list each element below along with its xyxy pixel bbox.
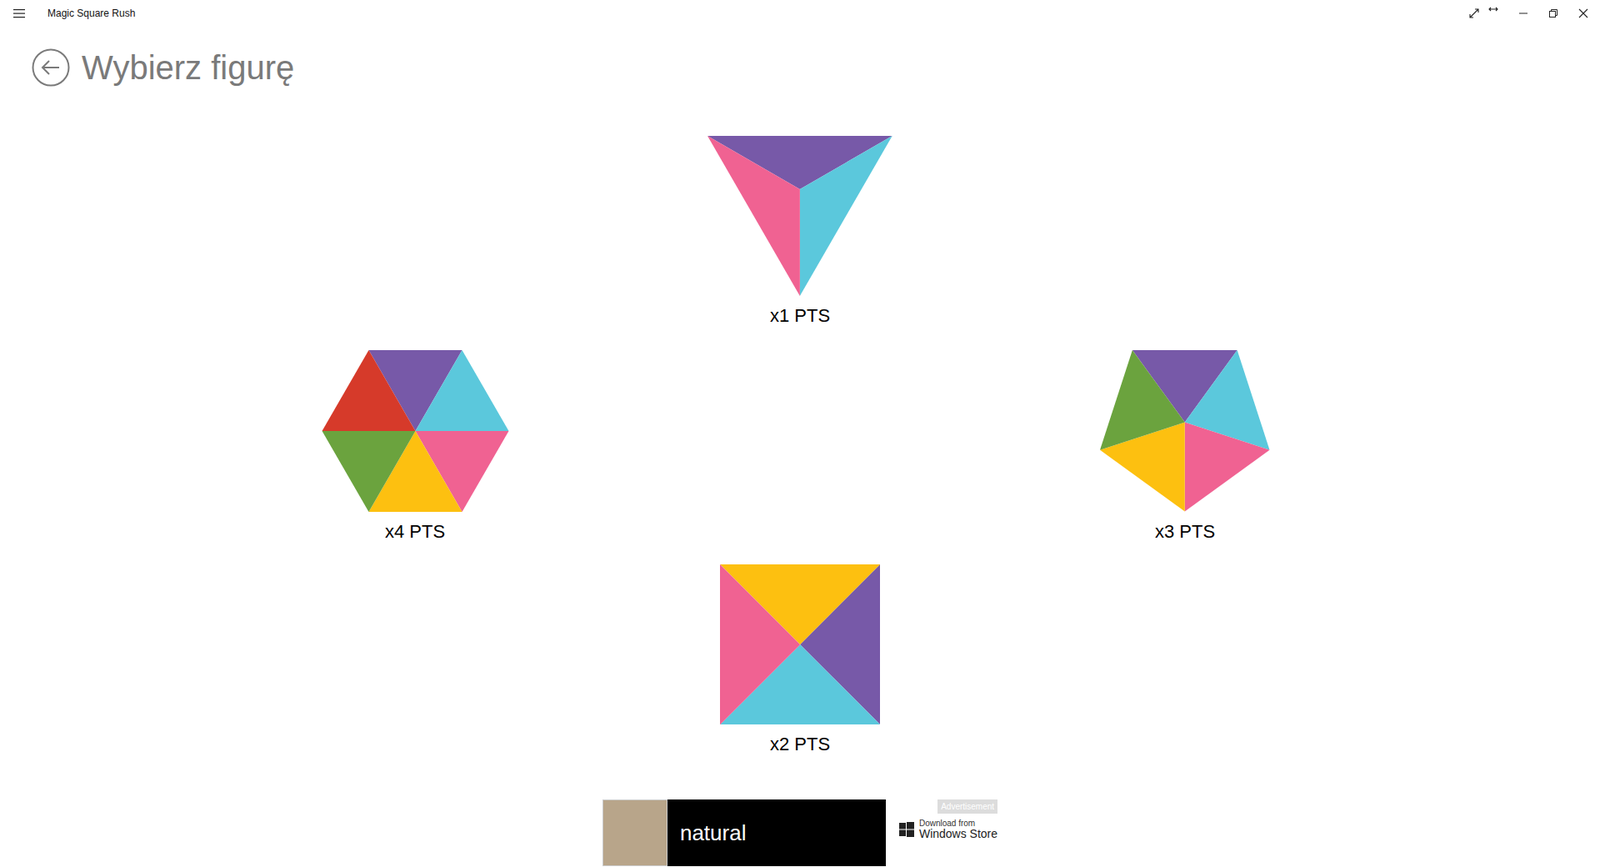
- figure-option[interactable]: x3 PTS: [1060, 350, 1310, 544]
- resize-icon[interactable]: [1488, 5, 1499, 13]
- hamburger-icon[interactable]: [13, 8, 25, 19]
- store-line-2: Windows Store: [919, 827, 998, 840]
- figure-label: x4 PTS: [385, 520, 445, 544]
- figure-segment: [720, 564, 800, 725]
- page-header: Wybierz figurę: [0, 26, 1600, 87]
- page-title: Wybierz figurę: [81, 48, 295, 87]
- triangle-icon[interactable]: [707, 135, 893, 296]
- window-title: Magic Square Rush: [47, 7, 135, 20]
- figure-label: x1 PTS: [770, 304, 830, 328]
- ad-text: natural: [680, 820, 747, 846]
- ad-banner[interactable]: natural: [667, 799, 886, 866]
- figure-segment: [415, 350, 509, 431]
- figure-segment: [707, 135, 800, 296]
- figure-option[interactable]: x4 PTS: [290, 350, 540, 544]
- fullscreen-icon[interactable]: [1468, 7, 1480, 20]
- app-window: Magic Square Rush Wybierz figurę x1 PTS …: [0, 0, 1600, 867]
- figure-segment: [321, 350, 415, 431]
- figure-option[interactable]: x2 PTS: [675, 564, 925, 758]
- ad-badge: Advertisement: [937, 799, 998, 814]
- figure-label: x3 PTS: [1155, 520, 1215, 544]
- pentagon-icon[interactable]: [1100, 350, 1270, 512]
- figure-label: x2 PTS: [770, 732, 830, 756]
- hexagon-icon[interactable]: [321, 350, 510, 512]
- restore-icon[interactable]: [1548, 8, 1559, 19]
- close-icon[interactable]: [1578, 8, 1589, 19]
- back-arrow-icon[interactable]: [31, 48, 70, 87]
- figure-segment: [1100, 350, 1185, 450]
- square-icon[interactable]: [720, 564, 880, 725]
- store-line-1: Download from: [919, 818, 998, 828]
- minimize-icon[interactable]: [1518, 8, 1529, 19]
- figure-segment: [1185, 422, 1270, 512]
- windows-logo-icon: [899, 821, 915, 837]
- figure-segment: [800, 135, 893, 296]
- advertisement[interactable]: natural Advertisement Download from Wind…: [0, 799, 1600, 866]
- store-area[interactable]: Advertisement Download from Windows Stor…: [899, 799, 998, 840]
- ad-image[interactable]: [602, 799, 668, 866]
- figure-segment: [321, 430, 415, 512]
- title-bar: Magic Square Rush: [0, 0, 1600, 27]
- figure-option[interactable]: x1 PTS: [675, 135, 925, 330]
- figure-grid: x1 PTS x4 PTS x3 PTS x2 PTS: [0, 135, 1600, 758]
